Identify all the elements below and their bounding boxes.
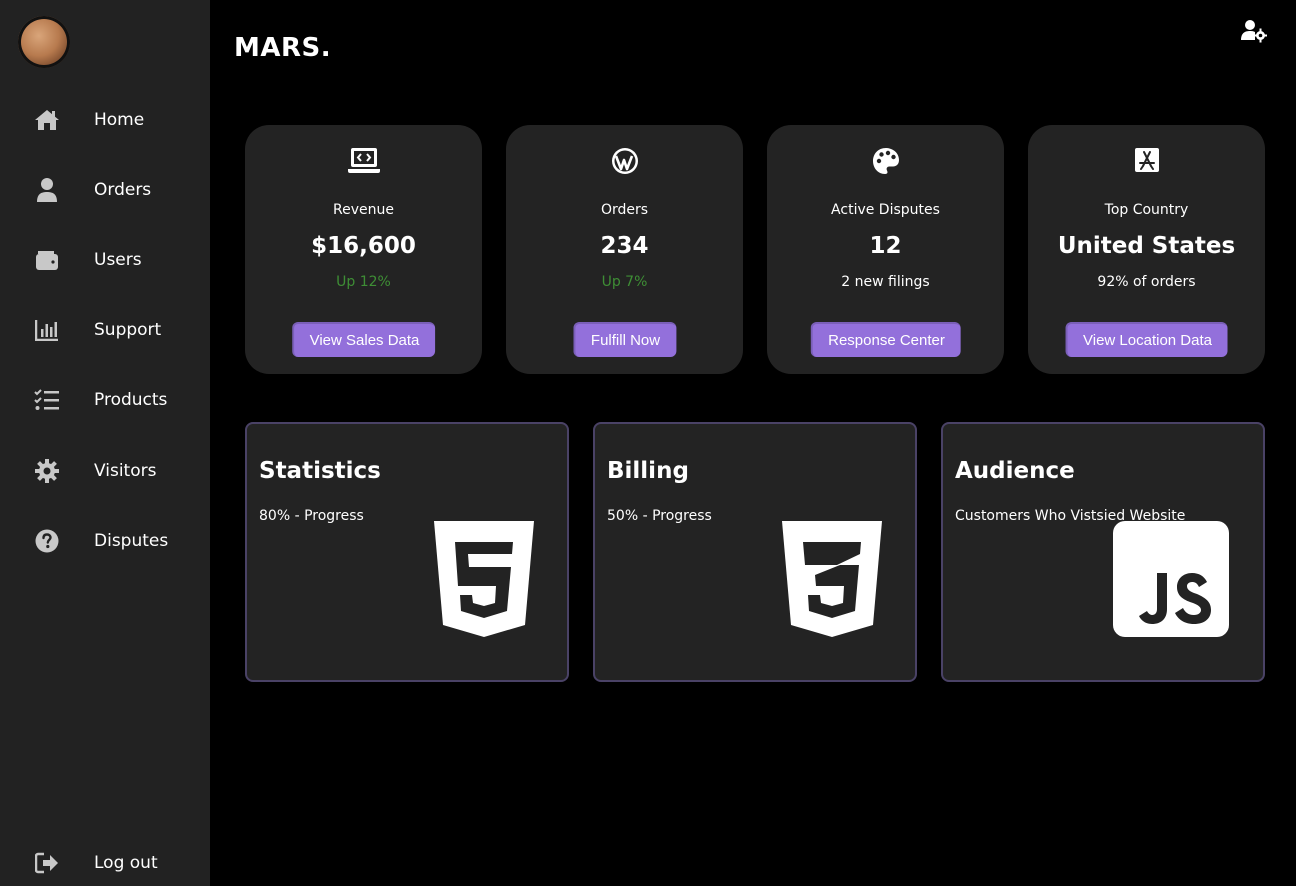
palette-icon — [767, 147, 1004, 177]
stat-value: 234 — [600, 233, 649, 259]
sidebar-item-label: Home — [94, 110, 145, 130]
wallet-icon — [34, 247, 60, 273]
sidebar-item-label: Users — [94, 250, 142, 270]
stat-subtext: 92% of orders — [1097, 274, 1196, 290]
fulfill-now-button[interactable]: Fulfill Now — [572, 322, 677, 357]
view-location-data-button[interactable]: View Location Data — [1065, 322, 1228, 357]
sidebar-item-products[interactable]: Products — [0, 380, 210, 420]
stat-title: Revenue — [333, 202, 394, 218]
stat-title: Orders — [600, 202, 649, 218]
stat-title: Top Country — [1104, 202, 1189, 218]
sidebar-item-label: Disputes — [94, 531, 169, 551]
user-settings-icon[interactable] — [1241, 19, 1268, 43]
stat-trend: Up 7% — [601, 274, 648, 290]
stat-value: $16,600 — [311, 233, 416, 259]
stat-title: Active Disputes — [831, 202, 940, 218]
user-icon — [34, 177, 60, 203]
view-sales-data-button[interactable]: View Sales Data — [291, 322, 436, 357]
sidebar-item-label: Products — [94, 390, 168, 410]
sidebar-item-orders[interactable]: Orders — [0, 170, 210, 210]
stat-subtext: 2 new filings — [841, 274, 930, 290]
home-icon — [34, 107, 60, 133]
logout-button[interactable]: Log out — [0, 843, 210, 883]
card-title: Statistics — [259, 458, 381, 484]
wordpress-icon — [506, 147, 743, 177]
logout-label: Log out — [94, 853, 158, 873]
stat-value: 12 — [869, 233, 902, 259]
css3-icon — [782, 521, 882, 641]
card-title: Audience — [955, 458, 1075, 484]
question-icon — [34, 528, 60, 554]
html5-icon — [434, 521, 534, 641]
stat-trend: Up 12% — [336, 274, 391, 290]
revenue-card: Revenue $16,600 Up 12% View Sales Data — [245, 125, 482, 374]
app-store-icon — [1028, 147, 1265, 177]
sidebar-item-disputes[interactable]: Disputes — [0, 521, 210, 561]
orders-card: Orders 234 Up 7% Fulfill Now — [506, 125, 743, 374]
top-country-card: Top Country United States 92% of orders … — [1028, 125, 1265, 374]
billing-card: Billing 50% - Progress — [593, 422, 917, 682]
chart-icon — [34, 317, 60, 343]
avatar[interactable] — [18, 16, 70, 68]
card-progress-text: 80% - Progress — [259, 508, 364, 524]
brand-title: MARS. — [234, 33, 332, 63]
sidebar-item-visitors[interactable]: Visitors — [0, 451, 210, 491]
statistics-card: Statistics 80% - Progress — [245, 422, 569, 682]
sidebar-item-label: Visitors — [94, 461, 157, 481]
laptop-code-icon — [245, 147, 482, 177]
logout-icon — [34, 850, 60, 876]
sidebar-item-label: Orders — [94, 180, 152, 200]
list-check-icon — [34, 387, 60, 413]
sidebar-item-users[interactable]: Users — [0, 240, 210, 280]
sidebar: Home Orders Users Support Products Visit… — [0, 0, 210, 886]
audience-card: Audience Customers Who Vistsied Website — [941, 422, 1265, 682]
response-center-button[interactable]: Response Center — [810, 322, 961, 357]
card-progress-text: 50% - Progress — [607, 508, 712, 524]
disputes-card: Active Disputes 12 2 new filings Respons… — [767, 125, 1004, 374]
sidebar-item-support[interactable]: Support — [0, 310, 210, 350]
js-icon — [1113, 521, 1229, 641]
sidebar-item-home[interactable]: Home — [0, 100, 210, 140]
card-title: Billing — [607, 458, 689, 484]
stat-value: United States — [1057, 233, 1236, 259]
gear-icon — [34, 458, 60, 484]
sidebar-item-label: Support — [94, 320, 162, 340]
